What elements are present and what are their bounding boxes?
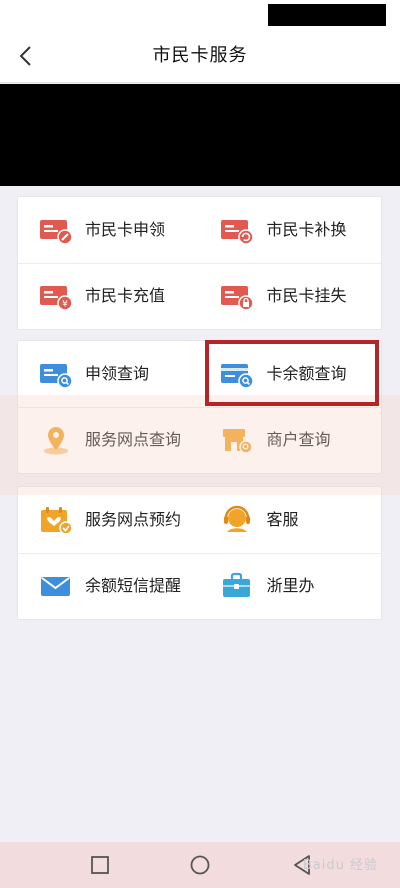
menu-item-label: 市民卡补换 bbox=[266, 220, 347, 239]
location-pin-icon bbox=[39, 424, 73, 456]
menu-item-balance-sms[interactable]: 余额短信提醒 bbox=[18, 553, 200, 619]
page-title: 市民卡服务 bbox=[152, 45, 248, 66]
menu-item-label: 浙里办 bbox=[266, 576, 315, 595]
menu-item-label: 客服 bbox=[266, 510, 299, 529]
menu-item-card-apply[interactable]: 市民卡申领 bbox=[18, 197, 200, 263]
status-redaction bbox=[268, 4, 386, 26]
svg-text:¥: ¥ bbox=[62, 300, 68, 310]
grid-row: 余额短信提醒 浙里办 bbox=[18, 553, 381, 619]
card-recharge-icon: ¥ bbox=[39, 280, 73, 312]
merchant-icon bbox=[220, 424, 254, 456]
briefcase-icon bbox=[220, 570, 254, 602]
menu-item-label: 申领查询 bbox=[85, 364, 150, 383]
menu-item-label: 余额短信提醒 bbox=[85, 576, 182, 595]
calendar-check-icon bbox=[39, 504, 73, 536]
menu-item-label: 服务网点预约 bbox=[85, 510, 182, 529]
menu-item-apply-query[interactable]: 申领查询 bbox=[18, 341, 200, 407]
banner-redacted bbox=[0, 84, 400, 186]
back-arrow-icon[interactable] bbox=[10, 40, 40, 72]
card-apply-icon bbox=[39, 214, 73, 246]
menu-item-label: 市民卡充值 bbox=[85, 286, 166, 305]
card-group-other: 服务网点预约 客服 余额短信提醒 浙里办 bbox=[17, 486, 382, 620]
menu-item-label: 市民卡挂失 bbox=[266, 286, 347, 305]
balance-query-icon bbox=[220, 358, 254, 390]
menu-item-label: 市民卡申领 bbox=[85, 220, 166, 239]
grid-row: 市民卡申领 市民卡补换 bbox=[18, 197, 381, 264]
menu-item-customer-service[interactable]: 客服 bbox=[200, 487, 382, 553]
card-lock-icon bbox=[220, 280, 254, 312]
menu-item-label: 卡余额查询 bbox=[266, 364, 347, 383]
recent-apps-icon[interactable] bbox=[88, 853, 112, 877]
menu-item-merchant-query[interactable]: 商户查询 bbox=[200, 407, 382, 473]
grid-row: 服务网点预约 客服 bbox=[18, 487, 381, 554]
grid-row: 服务网点查询 商户查询 bbox=[18, 407, 381, 473]
apply-query-icon bbox=[39, 358, 73, 390]
customer-service-icon bbox=[220, 504, 254, 536]
menu-item-balance-query[interactable]: 卡余额查询 bbox=[200, 341, 382, 407]
status-bar bbox=[0, 0, 400, 30]
home-icon[interactable] bbox=[188, 853, 212, 877]
menu-item-card-replace[interactable]: 市民卡补换 bbox=[200, 197, 382, 263]
menu-item-outlet-appointment[interactable]: 服务网点预约 bbox=[18, 487, 200, 553]
card-group-queries: 申领查询 卡余额查询 服务网点查询 商户查询 bbox=[17, 340, 382, 474]
grid-row: 申领查询 卡余额查询 bbox=[18, 341, 381, 408]
mail-icon bbox=[39, 570, 73, 602]
nav-bar: 市民卡服务 bbox=[0, 30, 400, 83]
nav-back-icon[interactable] bbox=[290, 853, 314, 877]
grid-row: ¥ 市民卡充值 市民卡挂失 bbox=[18, 263, 381, 329]
menu-item-label: 服务网点查询 bbox=[85, 430, 182, 449]
menu-item-label: 商户查询 bbox=[266, 430, 331, 449]
system-nav-bar bbox=[0, 842, 400, 888]
card-replace-icon bbox=[220, 214, 254, 246]
menu-item-zheliban[interactable]: 浙里办 bbox=[200, 553, 382, 619]
menu-item-card-lock[interactable]: 市民卡挂失 bbox=[200, 263, 382, 329]
menu-item-card-recharge[interactable]: ¥ 市民卡充值 bbox=[18, 263, 200, 329]
card-group-services: 市民卡申领 市民卡补换 ¥ 市民卡充值 市民卡挂失 bbox=[17, 196, 382, 330]
menu-item-service-outlet-query[interactable]: 服务网点查询 bbox=[18, 407, 200, 473]
